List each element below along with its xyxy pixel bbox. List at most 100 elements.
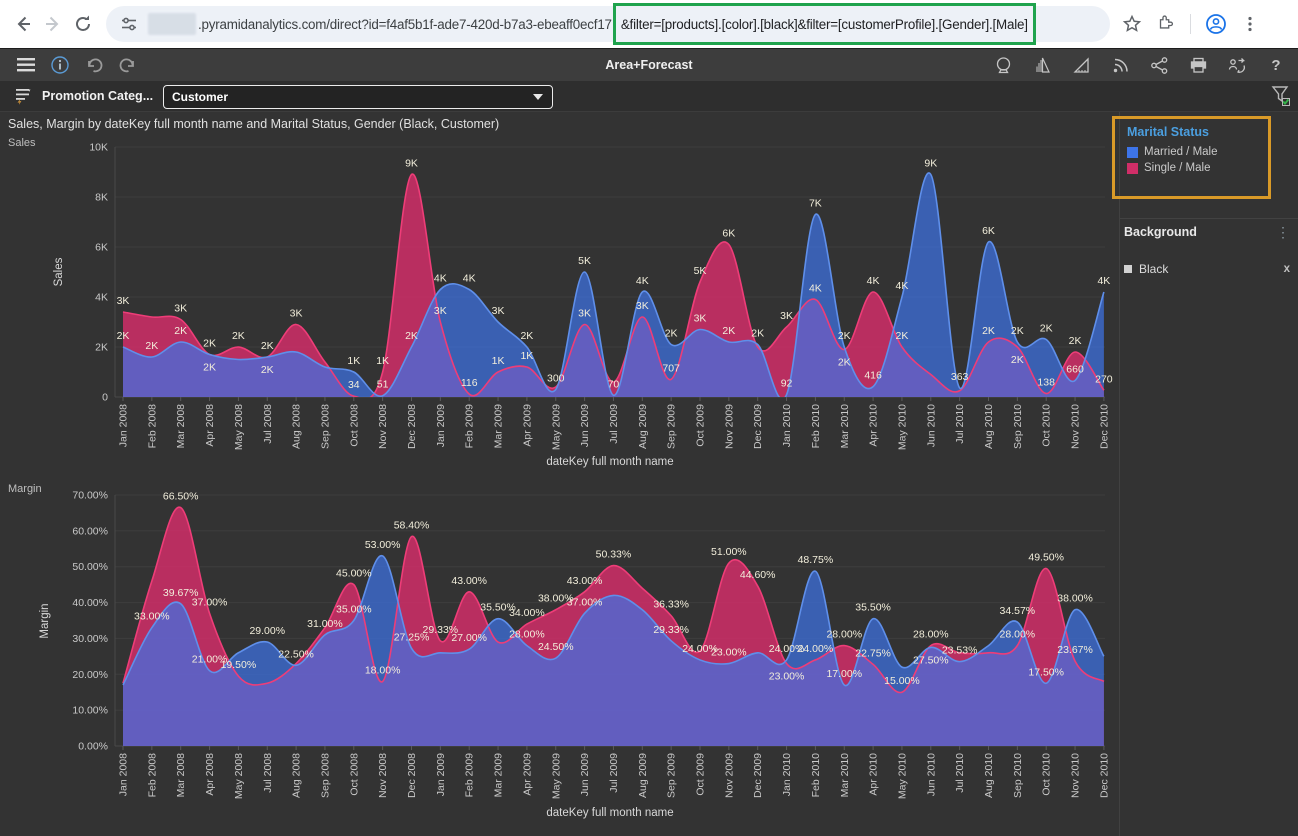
data-label: 58.40% — [394, 520, 430, 532]
legend-label-single: Single / Male — [1144, 162, 1210, 174]
profile-avatar-icon[interactable] — [1205, 13, 1227, 35]
x-tick-label: Sep 2008 — [319, 753, 331, 798]
y-tick-label: 4K — [95, 292, 108, 304]
forward-icon[interactable] — [38, 9, 68, 39]
customer-dropdown[interactable]: Customer — [163, 85, 553, 109]
background-menu-icon[interactable]: ⋮ — [1272, 229, 1294, 235]
x-tick-label: Sep 2010 — [1012, 753, 1024, 798]
url-text[interactable]: .pyramidanalytics.com/direct?id=f4af5b1f… — [198, 17, 612, 32]
x-tick-label: Apr 2010 — [868, 753, 880, 796]
data-label: 19.50% — [221, 659, 257, 671]
info-icon[interactable] — [48, 53, 72, 77]
back-icon[interactable] — [8, 9, 38, 39]
data-label: 2K — [751, 328, 764, 340]
data-label: 23.53% — [942, 645, 978, 657]
user-switch-icon[interactable] — [1225, 53, 1249, 77]
y-tick-label: 60.00% — [72, 525, 108, 537]
extensions-icon[interactable] — [1156, 14, 1176, 34]
x-tick-label: Jul 2009 — [608, 753, 620, 793]
data-label: 28.00% — [913, 629, 949, 641]
redo-icon[interactable] — [116, 53, 140, 77]
data-label: 48.75% — [798, 554, 834, 566]
url-filter-text[interactable]: &filter=[products].[color].[black]&filte… — [621, 17, 1028, 32]
data-label: 53.00% — [365, 539, 401, 551]
ruler-triangle-icon[interactable] — [1069, 53, 1093, 77]
x-tick-label: Dec 2009 — [752, 404, 764, 449]
data-label: 660 — [1066, 364, 1084, 376]
x-tick-label: Feb 2008 — [146, 404, 158, 449]
pyramid-icon[interactable] — [1030, 53, 1054, 77]
y-tick-label: 10.00% — [72, 705, 108, 717]
x-tick-label: Sep 2009 — [666, 753, 678, 798]
margin-area-chart[interactable]: 70.00%60.00%50.00%40.00%30.00%20.00%10.0… — [0, 478, 1119, 830]
data-label: 9K — [924, 158, 937, 170]
data-label: 2K — [1069, 335, 1082, 347]
x-tick-label: Aug 2010 — [983, 404, 995, 449]
y-tick-label: 8K — [95, 192, 108, 204]
x-tick-label: Nov 2009 — [723, 753, 735, 798]
data-label: 92 — [781, 378, 793, 390]
x-tick-label: Oct 2009 — [695, 753, 707, 796]
print-icon[interactable] — [1186, 53, 1210, 77]
row-header: Sales — [8, 137, 36, 149]
x-tick-label: Jan 2009 — [435, 404, 447, 447]
background-title: Background — [1124, 225, 1272, 239]
data-label: 1K — [492, 355, 505, 367]
x-tick-label: Jul 2009 — [608, 404, 620, 444]
data-label: 37.00% — [567, 596, 603, 608]
x-tick-label: Apr 2008 — [204, 404, 216, 447]
data-label: 707 — [662, 362, 680, 374]
share-icon[interactable] — [1147, 53, 1171, 77]
x-tick-label: Feb 2010 — [810, 404, 822, 449]
data-label: 2K — [982, 325, 995, 337]
background-section-header: Background ⋮ — [1124, 225, 1294, 239]
browser-menu-icon[interactable] — [1241, 15, 1259, 33]
data-label: 38.00% — [1057, 593, 1093, 605]
x-tick-label: Oct 2008 — [348, 753, 360, 796]
address-bar[interactable]: .pyramidanalytics.com/direct?id=f4af5b1f… — [106, 6, 1110, 42]
y-tick-label: 30.00% — [72, 633, 108, 645]
data-label: 9K — [405, 158, 418, 170]
x-tick-label: Aug 2009 — [637, 404, 649, 449]
legend-item-single-male[interactable]: Single / Male — [1127, 162, 1268, 174]
hamburger-menu-icon[interactable] — [14, 53, 38, 77]
data-label: 300 — [547, 373, 565, 385]
background-filter-label: Black — [1139, 262, 1280, 276]
data-label: 3K — [492, 305, 505, 317]
x-tick-label: Nov 2010 — [1070, 404, 1082, 449]
bookmark-star-icon[interactable] — [1122, 14, 1142, 34]
x-tick-label: Aug 2008 — [291, 404, 303, 449]
remove-filter-button[interactable]: x — [1280, 263, 1294, 275]
x-tick-label: Jan 2008 — [118, 753, 130, 796]
x-tick-label: Aug 2009 — [637, 753, 649, 798]
undo-icon[interactable] — [82, 53, 106, 77]
data-label: 116 — [461, 377, 478, 389]
data-label: 3K — [578, 308, 591, 320]
data-label: 1K — [376, 355, 389, 367]
y-tick-label: 0 — [102, 392, 108, 404]
slicer-list-icon[interactable] — [14, 87, 33, 105]
data-label: 22.75% — [855, 647, 891, 659]
x-axis-title: dateKey full month name — [546, 456, 673, 468]
divider — [1190, 14, 1191, 34]
help-icon[interactable]: ? — [1264, 53, 1288, 77]
tune-icon[interactable] — [120, 15, 138, 33]
crystal-ball-icon[interactable] — [991, 53, 1015, 77]
x-axis-title: dateKey full month name — [546, 807, 673, 819]
data-label: 1K — [520, 350, 533, 362]
sales-area-chart[interactable]: 10K8K6K4K2K0Jan 2008Feb 2008Mar 2008Apr … — [0, 132, 1119, 478]
x-tick-label: Jun 2009 — [579, 404, 591, 447]
row-header: Margin — [8, 483, 42, 495]
legend-item-married-male[interactable]: Married / Male — [1127, 146, 1268, 158]
y-axis-title: Margin — [39, 603, 51, 638]
reload-icon[interactable] — [68, 9, 98, 39]
data-label: 416 — [864, 370, 882, 382]
live-feed-icon[interactable] — [1108, 53, 1132, 77]
filter-funnel-icon[interactable] — [1270, 84, 1292, 113]
data-label: 44.60% — [740, 569, 776, 581]
data-label: 3K — [174, 303, 187, 315]
data-label: 43.00% — [567, 575, 603, 587]
data-label: 270 — [1095, 373, 1113, 385]
x-tick-label: Dec 2010 — [1098, 753, 1110, 798]
x-tick-label: Apr 2010 — [868, 404, 880, 447]
